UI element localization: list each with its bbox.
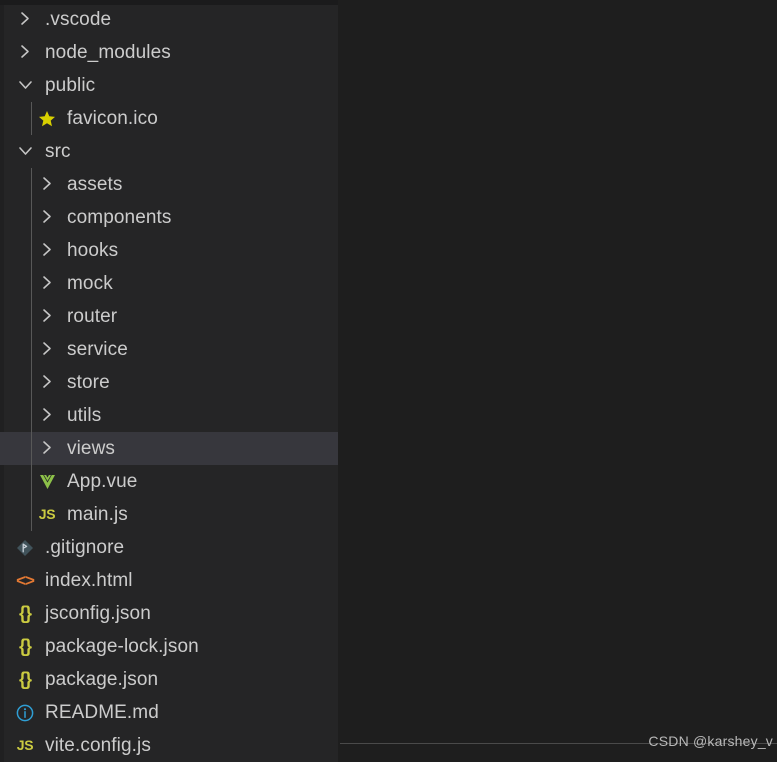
tree-row-label: views	[67, 438, 116, 459]
tree-row-store-folder[interactable]: store	[0, 366, 338, 399]
chevron-right-icon[interactable]	[36, 175, 58, 193]
tree-row-src-folder[interactable]: src	[0, 135, 338, 168]
tree-row-label: README.md	[45, 702, 159, 723]
tree-row-mock-folder[interactable]: mock	[0, 267, 338, 300]
json-icon: {}	[18, 636, 32, 656]
file-tree[interactable]: .vscode node_modulespublic favicon.ico src a…	[0, 3, 338, 762]
vue-icon	[36, 465, 58, 498]
tree-row-label: store	[67, 372, 110, 393]
json-icon: {}	[18, 603, 32, 623]
tree-row-label: node_modules	[45, 42, 171, 63]
tree-row-components-folder[interactable]: components	[0, 201, 338, 234]
tree-row-label: router	[67, 306, 118, 327]
chevron-right-icon[interactable]	[14, 10, 36, 28]
watermark-label: CSDN @karshey_v	[648, 733, 773, 749]
tree-row-label: index.html	[45, 570, 133, 591]
chevron-right-icon[interactable]	[36, 241, 58, 259]
tree-row-vite-config-file[interactable]: JS vite.config.js	[0, 729, 338, 762]
tree-row-label: mock	[67, 273, 113, 294]
tree-row-assets-folder[interactable]: assets	[0, 168, 338, 201]
json-icon: {}	[18, 669, 32, 689]
tree-row-index-html-file[interactable]: <> index.html	[0, 564, 338, 597]
tree-row-package-json-file[interactable]: {} package.json	[0, 663, 338, 696]
tree-row-app-vue-file[interactable]: App.vue	[0, 465, 338, 498]
info-icon	[14, 696, 36, 729]
tree-row-main-js-file[interactable]: JS main.js	[0, 498, 338, 531]
tree-row-label: package-lock.json	[45, 636, 199, 657]
chevron-right-icon[interactable]	[36, 340, 58, 358]
git-icon	[14, 531, 36, 564]
tree-row-jsconfig-json-file[interactable]: {} jsconfig.json	[0, 597, 338, 630]
star-icon	[36, 102, 58, 135]
tree-row-label: App.vue	[67, 471, 138, 492]
tree-row-hooks-folder[interactable]: hooks	[0, 234, 338, 267]
tree-row-public-folder[interactable]: public	[0, 69, 338, 102]
tree-row-label: src	[45, 141, 71, 162]
tree-row-label: .vscode	[45, 9, 112, 30]
tree-row-label: vite.config.js	[45, 735, 151, 756]
tree-row-label: main.js	[67, 504, 128, 525]
tree-row-label: package.json	[45, 669, 159, 690]
tree-row-label: utils	[67, 405, 102, 426]
tree-row-router-folder[interactable]: router	[0, 300, 338, 333]
chevron-down-icon[interactable]	[14, 76, 36, 94]
tree-row-gitignore-file[interactable]: .gitignore	[0, 531, 338, 564]
js-icon: JS	[38, 506, 56, 522]
tree-row-label: assets	[67, 174, 123, 195]
js-icon: JS	[16, 737, 34, 753]
tree-row-favicon-ico-file[interactable]: favicon.ico	[0, 102, 338, 135]
tree-row-label: jsconfig.json	[45, 603, 151, 624]
chevron-right-icon[interactable]	[36, 439, 58, 457]
explorer-sidebar: .vscode node_modulespublic favicon.ico src a…	[0, 0, 338, 762]
vscode-window: CSDN @karshey_v .vscode node_modulespubli…	[0, 0, 777, 762]
tree-row-service-folder[interactable]: service	[0, 333, 338, 366]
html-icon: <>	[16, 571, 35, 590]
tree-row-label: hooks	[67, 240, 119, 261]
tree-row-label: .gitignore	[45, 537, 125, 558]
chevron-right-icon[interactable]	[36, 208, 58, 226]
chevron-right-icon[interactable]	[36, 307, 58, 325]
chevron-down-icon[interactable]	[14, 142, 36, 160]
sidebar-top-shadow	[0, 0, 338, 5]
chevron-right-icon[interactable]	[36, 274, 58, 292]
chevron-right-icon[interactable]	[36, 373, 58, 391]
chevron-right-icon[interactable]	[36, 406, 58, 424]
tree-row-views-folder[interactable]: views	[0, 432, 338, 465]
tree-row-label: favicon.ico	[67, 108, 158, 129]
tree-row-label: public	[45, 75, 96, 96]
editor-area[interactable]	[338, 0, 777, 762]
tree-row-label: components	[67, 207, 172, 228]
chevron-right-icon[interactable]	[14, 43, 36, 61]
tree-row-utils-folder[interactable]: utils	[0, 399, 338, 432]
tree-row-readme-md-file[interactable]: README.md	[0, 696, 338, 729]
tree-row-package-lock-file[interactable]: {} package-lock.json	[0, 630, 338, 663]
tree-row-node-modules-folder[interactable]: node_modules	[0, 36, 338, 69]
tree-row-vscode-folder[interactable]: .vscode	[0, 3, 338, 36]
tree-row-label: service	[67, 339, 128, 360]
